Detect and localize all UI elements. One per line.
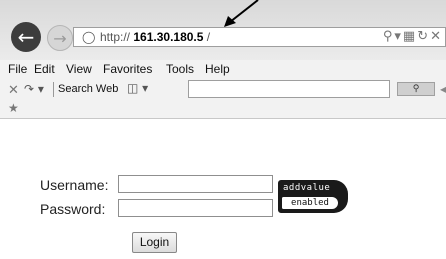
- url-host: 161.30.180.5: [133, 30, 204, 44]
- back-arrow-icon: ←: [17, 25, 35, 49]
- url-trail: /: [203, 30, 211, 44]
- menu-edit[interactable]: Edit: [34, 62, 55, 76]
- menu-help[interactable]: Help: [205, 62, 230, 76]
- search-icon: ⚲: [412, 84, 420, 94]
- menu-file[interactable]: File: [8, 62, 27, 76]
- toolbar-options-icon[interactable]: ↷ ▾: [24, 82, 44, 96]
- page-icon: ◯: [82, 30, 96, 44]
- forward-arrow-icon: →: [53, 28, 67, 48]
- toolbar-divider: [53, 82, 54, 97]
- annotation-arrow-icon: [224, 0, 259, 27]
- search-go-button[interactable]: ⚲: [397, 82, 435, 96]
- address-url: http:// 161.30.180.5 /: [100, 30, 210, 44]
- password-input[interactable]: [118, 199, 273, 217]
- address-tools-icon[interactable]: ⚲▾▦↻✕: [383, 29, 443, 44]
- login-page: Username: Password: addvalue enabled Log…: [0, 119, 446, 259]
- addvalue-logo: addvalue enabled: [278, 180, 348, 213]
- url-protocol: http://: [100, 30, 131, 44]
- menu-tools[interactable]: Tools: [166, 62, 194, 76]
- browser-chrome: ← → ◯ http:// 161.30.180.5 / ⚲▾▦↻✕ File …: [0, 0, 446, 118]
- menu-favorites[interactable]: Favorites: [103, 62, 152, 76]
- back-button[interactable]: ←: [11, 22, 41, 52]
- forward-button[interactable]: →: [47, 25, 73, 51]
- close-toolbar-icon[interactable]: ✕: [8, 83, 19, 98]
- logo-text-top: addvalue: [283, 183, 331, 193]
- more-icon[interactable]: ◀: [440, 82, 446, 96]
- search-input[interactable]: [188, 80, 390, 98]
- password-label: Password:: [40, 201, 106, 217]
- command-bar: ✕ ↷ ▾ Search Web ◫ ▾ ⚲ ◀: [0, 79, 446, 101]
- logo-text-bottom: enabled: [282, 197, 338, 209]
- favorites-bar: ★: [0, 101, 446, 118]
- login-button[interactable]: Login: [132, 232, 177, 253]
- add-favorite-icon[interactable]: ★: [8, 101, 19, 115]
- search-provider-icon[interactable]: ◫ ▾: [127, 81, 148, 95]
- username-input[interactable]: [118, 175, 273, 193]
- address-bar[interactable]: ◯ http:// 161.30.180.5 / ⚲▾▦↻✕: [73, 27, 446, 47]
- search-web-label: Search Web: [58, 83, 119, 95]
- menu-view[interactable]: View: [66, 62, 92, 76]
- menu-bar: File Edit View Favorites Tools Help: [0, 60, 446, 78]
- username-label: Username:: [40, 177, 109, 193]
